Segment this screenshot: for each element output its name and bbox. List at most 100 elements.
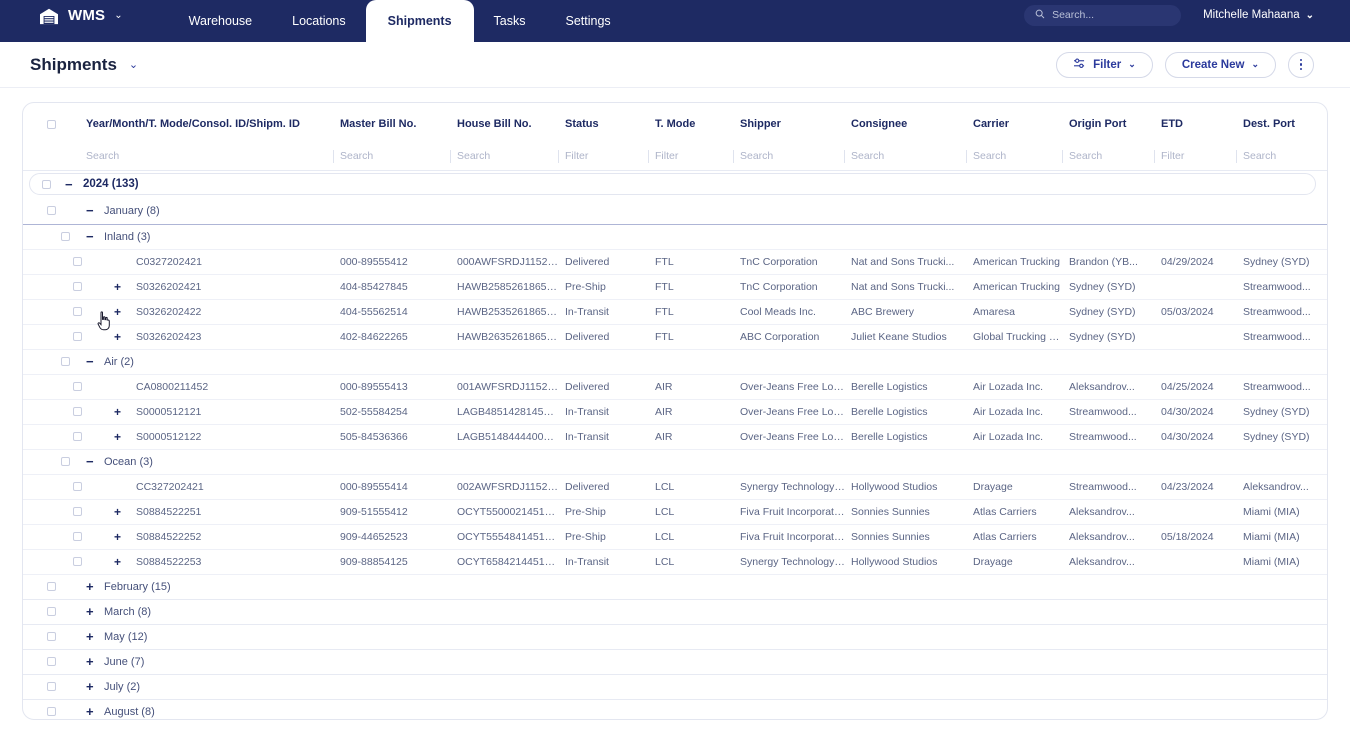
global-search-input[interactable]: Search...: [1024, 4, 1182, 26]
collapse-group-icon[interactable]: −: [86, 455, 104, 468]
nav-tab-locations[interactable]: Locations: [272, 0, 366, 42]
expand-group-icon[interactable]: +: [86, 580, 104, 593]
row-checkbox[interactable]: [73, 507, 82, 517]
column-header-shipper[interactable]: Shipper: [740, 103, 851, 143]
table-row[interactable]: + S0884522252 909-44652523 OCYT555484145103…: [23, 524, 1327, 549]
collapse-group-icon[interactable]: −: [86, 355, 104, 368]
filter-input-id[interactable]: Search: [86, 150, 334, 162]
group-row-year[interactable]: −2024 (133): [23, 170, 1327, 198]
nav-tab-tasks[interactable]: Tasks: [474, 0, 546, 42]
column-header-consignee[interactable]: Consignee: [851, 103, 973, 143]
select-all-checkbox[interactable]: [47, 119, 56, 129]
column-header-id[interactable]: Year/Month/T. Mode/Consol. ID/Shipm. ID: [86, 103, 340, 143]
filter-input-shipper[interactable]: Search: [740, 150, 845, 162]
row-checkbox[interactable]: [42, 179, 51, 189]
group-row-monthc[interactable]: + February (15): [23, 574, 1327, 600]
row-checkbox[interactable]: [47, 582, 56, 592]
column-header-house-bill[interactable]: House Bill No.: [457, 103, 565, 143]
row-checkbox[interactable]: [73, 382, 82, 392]
filter-input-t-mode[interactable]: Filter: [655, 150, 734, 162]
row-checkbox[interactable]: [73, 282, 82, 292]
row-checkbox[interactable]: [47, 632, 56, 642]
row-checkbox[interactable]: [61, 232, 70, 242]
column-header-carrier[interactable]: Carrier: [973, 103, 1069, 143]
group-row-monthc[interactable]: + June (7): [23, 649, 1327, 675]
row-checkbox[interactable]: [73, 432, 82, 442]
table-row[interactable]: + S0326202421 404-85427845 HAWB258526186569…: [23, 274, 1327, 299]
expand-row-icon[interactable]: +: [114, 556, 136, 568]
group-row-monthc[interactable]: + July (2): [23, 674, 1327, 700]
row-checkbox[interactable]: [47, 682, 56, 692]
brand-logo[interactable]: WMS ⌄: [0, 0, 123, 42]
create-new-button[interactable]: Create New ⌄: [1164, 51, 1276, 78]
expand-row-icon[interactable]: +: [114, 331, 136, 343]
filter-input-carrier[interactable]: Search: [973, 150, 1063, 162]
row-checkbox[interactable]: [73, 332, 82, 342]
table-row[interactable]: C0327202421 000-89555412 000AWFSRDJ115244.…: [23, 249, 1327, 274]
filter-input-master-bill[interactable]: Search: [340, 150, 451, 162]
filter-input-consignee[interactable]: Search: [851, 150, 967, 162]
expand-row-icon[interactable]: +: [114, 506, 136, 518]
filter-input-etd[interactable]: Filter: [1161, 150, 1237, 162]
more-options-button[interactable]: [1288, 51, 1314, 78]
group-row-mode[interactable]: − Inland (3): [23, 224, 1327, 250]
row-checkbox[interactable]: [73, 257, 82, 267]
column-header-etd[interactable]: ETD: [1161, 103, 1243, 143]
column-header-master-bill[interactable]: Master Bill No.: [340, 103, 457, 143]
collapse-group-icon[interactable]: −: [86, 230, 104, 243]
row-checkbox[interactable]: [73, 482, 82, 492]
row-checkbox[interactable]: [47, 607, 56, 617]
expand-row-icon[interactable]: +: [114, 306, 136, 318]
expand-group-icon[interactable]: +: [86, 705, 104, 718]
expand-group-icon[interactable]: +: [86, 655, 104, 668]
filter-button[interactable]: Filter ⌄: [1056, 51, 1153, 78]
row-checkbox[interactable]: [73, 557, 82, 567]
group-row-monthc[interactable]: + August (8): [23, 699, 1327, 719]
table-row[interactable]: CA0800211452 000-89555413 001AWFSRDJ115244…: [23, 374, 1327, 399]
group-row-mode[interactable]: − Ocean (3): [23, 449, 1327, 475]
user-menu[interactable]: Mitchelle Mahaana ⌄: [1203, 9, 1314, 21]
nav-tab-warehouse[interactable]: Warehouse: [169, 0, 272, 42]
column-header-dest-port[interactable]: Dest. Port: [1243, 103, 1327, 143]
table-row[interactable]: + S0884522251 909-51555412 OCYT550002145103…: [23, 499, 1327, 524]
table-row[interactable]: + S0884522253 909-88854125 OCYT658421445103…: [23, 549, 1327, 574]
row-checkbox[interactable]: [47, 707, 56, 717]
filter-input-house-bill[interactable]: Search: [457, 150, 559, 162]
expand-group-icon[interactable]: +: [86, 630, 104, 643]
group-row-monthc[interactable]: + May (12): [23, 624, 1327, 650]
group-row-monthc[interactable]: + March (8): [23, 599, 1327, 625]
table-row[interactable]: + S0326202423 402-84622265 HAWB263526186569…: [23, 324, 1327, 349]
row-checkbox[interactable]: [47, 206, 56, 216]
filter-input-origin-port[interactable]: Search: [1069, 150, 1155, 162]
column-header-status[interactable]: Status: [565, 103, 655, 143]
row-checkbox[interactable]: [47, 657, 56, 667]
nav-tab-settings[interactable]: Settings: [546, 0, 631, 42]
table-row[interactable]: + S0326202422 404-55562514 HAWB253526186569…: [23, 299, 1327, 324]
expand-group-icon[interactable]: +: [86, 680, 104, 693]
filter-input-status[interactable]: Filter: [565, 150, 649, 162]
table-row[interactable]: CC327202421 000-89555414 002AWFSRDJ115244.…: [23, 474, 1327, 499]
table-row[interactable]: + S0000512122 505-84536366 LAGB514844440056…: [23, 424, 1327, 449]
expand-row-icon[interactable]: +: [114, 431, 136, 443]
expand-row-icon[interactable]: +: [114, 281, 136, 293]
column-header-t-mode[interactable]: T. Mode: [655, 103, 740, 143]
shipment-id: S0326202421: [136, 280, 202, 293]
expand-group-icon[interactable]: +: [86, 605, 104, 618]
collapse-group-icon[interactable]: −: [65, 178, 83, 191]
expand-row-icon[interactable]: +: [114, 531, 136, 543]
page-title-chevron-down-icon[interactable]: ⌄: [129, 58, 138, 71]
expand-row-icon[interactable]: +: [114, 406, 136, 418]
row-checkbox[interactable]: [73, 407, 82, 417]
nav-tab-shipments[interactable]: Shipments: [365, 0, 474, 42]
filter-input-dest-port[interactable]: Search: [1243, 150, 1322, 162]
group-row-month[interactable]: − January (8): [23, 198, 1327, 225]
table-row[interactable]: + S0000512121 502-55584254 LAGB485142814556…: [23, 399, 1327, 424]
row-checkbox[interactable]: [61, 457, 70, 467]
row-checkbox[interactable]: [61, 357, 70, 367]
row-checkbox[interactable]: [73, 532, 82, 542]
group-row-mode[interactable]: − Air (2): [23, 349, 1327, 375]
row-checkbox[interactable]: [73, 307, 82, 317]
collapse-group-icon[interactable]: −: [86, 204, 104, 217]
chevron-down-icon[interactable]: ⌄: [114, 10, 122, 21]
column-header-origin-port[interactable]: Origin Port: [1069, 103, 1161, 143]
